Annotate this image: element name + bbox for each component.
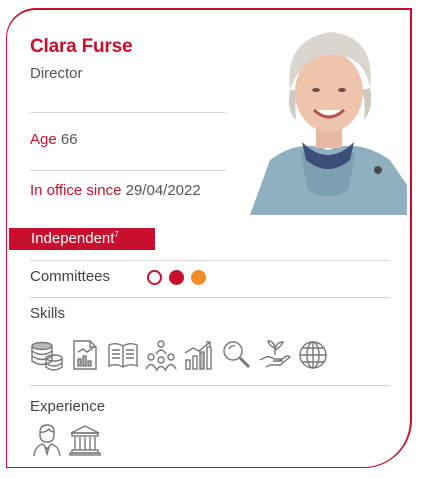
bank-building-icon xyxy=(68,423,102,457)
magnifier-icon xyxy=(220,338,254,372)
office-label: In office since xyxy=(30,182,122,199)
divider xyxy=(30,297,390,298)
team-leader-icon xyxy=(144,338,178,372)
open-book-icon xyxy=(106,338,140,372)
age-label: Age xyxy=(30,131,57,148)
age-value: 66 xyxy=(60,131,78,148)
divider xyxy=(30,170,226,171)
divider xyxy=(30,260,390,261)
divider xyxy=(30,385,390,386)
office-row: In office since 29/04/2022 xyxy=(30,182,201,199)
status-badge: Independent7 xyxy=(9,228,155,250)
age-row: Age 66 xyxy=(30,131,78,148)
office-value: 29/04/2022 xyxy=(125,182,201,199)
person-icon xyxy=(30,423,64,457)
growth-chart-icon xyxy=(182,338,216,372)
financial-report-icon xyxy=(68,338,102,372)
committee-member-icon xyxy=(191,270,206,285)
status-footnote: 7 xyxy=(114,230,119,239)
director-role: Director xyxy=(30,65,83,82)
globe-icon xyxy=(296,338,330,372)
experience-heading: Experience xyxy=(30,398,106,415)
director-name: Clara Furse xyxy=(30,36,133,57)
committee-member-icon xyxy=(147,270,162,285)
status-badge-text: Independent xyxy=(31,230,115,247)
coins-stack-icon xyxy=(30,338,64,372)
skills-heading: Skills xyxy=(30,305,66,322)
hand-plant-icon xyxy=(258,338,292,372)
committee-member-icon xyxy=(169,270,184,285)
director-photo xyxy=(240,10,407,215)
divider xyxy=(30,112,226,113)
committees-heading: Committees xyxy=(30,268,111,285)
